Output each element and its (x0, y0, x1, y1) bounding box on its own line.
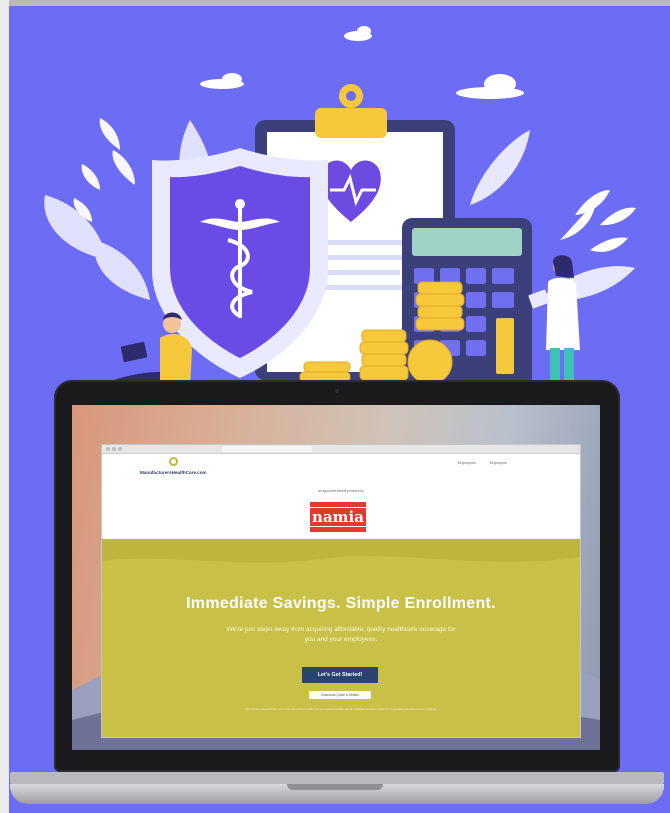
browser-window: ManufacturersHealthCare.com Employees Em… (102, 445, 580, 737)
sponsor-note: an approved benefit provided by (318, 489, 364, 493)
doctor-icon (528, 255, 580, 392)
hero-section: Immediate Savings. Simple Enrollment. We… (102, 539, 580, 737)
hero-headline: Immediate Savings. Simple Enrollment. (186, 595, 496, 612)
get-started-button[interactable]: Let's Get Started! (302, 667, 378, 683)
browser-tab[interactable] (222, 446, 312, 452)
window-maximize-button[interactable] (118, 447, 122, 451)
download-quote-button[interactable]: Download Quote & Details (309, 691, 371, 699)
logo-icon[interactable] (169, 457, 178, 466)
namia-logo: namia (308, 502, 368, 532)
namia-logo-text: namia (308, 507, 368, 527)
fine-print: ManufacturersHealthCare.com is an associ… (245, 707, 437, 711)
cloud-icon (200, 26, 524, 99)
nav-employees[interactable]: Employees (458, 461, 476, 465)
window-close-button[interactable] (106, 447, 110, 451)
laptop-screen: ManufacturersHealthCare.com Employees Em… (72, 405, 600, 750)
browser-toolbar (102, 445, 580, 454)
camera-icon (335, 389, 339, 393)
healthcare-illustration (44, 26, 636, 395)
laptop-hinge (10, 772, 664, 784)
window-minimize-button[interactable] (112, 447, 116, 451)
laptop-notch (287, 784, 383, 790)
nav-employers[interactable]: Employers (490, 461, 507, 465)
hero-subheadline: We're just steps away from acquiring aff… (226, 626, 456, 643)
sponsor-section: an approved benefit provided by namia (102, 484, 580, 539)
site-logo-text[interactable]: ManufacturersHealthCare.com (140, 470, 207, 475)
hero-wave (102, 539, 580, 563)
